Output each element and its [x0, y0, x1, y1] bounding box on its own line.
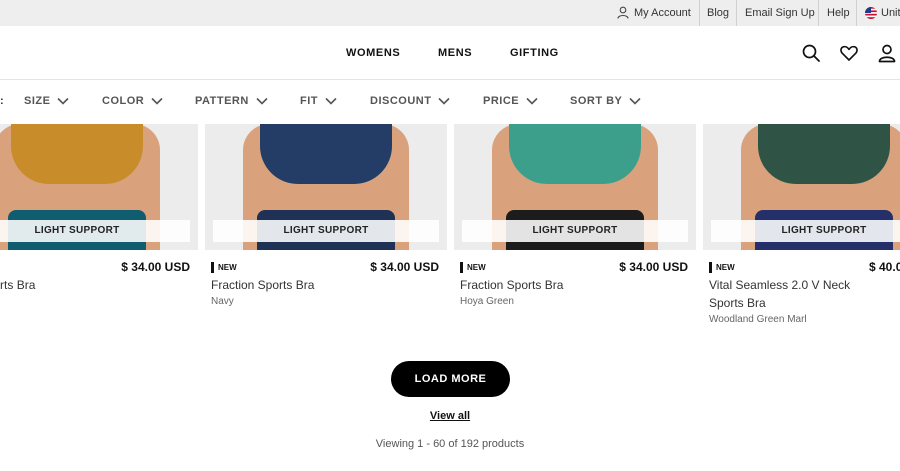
product-title[interactable]: Fraction Sports Bra: [460, 276, 610, 294]
main-header: WOMENS MENS GIFTING: [0, 26, 900, 80]
chevron-down-icon: [151, 98, 163, 105]
product-image[interactable]: LIGHT SUPPORT: [703, 124, 900, 250]
heart-icon[interactable]: [839, 43, 859, 63]
view-all-link[interactable]: View all: [430, 410, 470, 422]
filter-sort-by[interactable]: SORT BY: [570, 81, 641, 121]
new-tag: NEW: [709, 262, 735, 273]
filter-color[interactable]: COLOR: [102, 81, 163, 121]
region-selector[interactable]: Unit: [865, 0, 900, 26]
product-bra: [11, 124, 143, 184]
support-badge: LIGHT SUPPORT: [711, 220, 900, 242]
help-link[interactable]: Help: [827, 0, 850, 26]
product-title[interactable]: Fraction Sports Bra: [211, 276, 361, 294]
view-all-row: View all: [0, 410, 900, 422]
product-card[interactable]: LIGHT SUPPORT $ 34.00 USD au Sports Bra …: [0, 124, 198, 292]
us-flag-icon: [865, 7, 877, 19]
product-price: $ 40.0: [869, 260, 900, 274]
product-bra: [260, 124, 392, 184]
filter-size[interactable]: SIZE: [24, 81, 70, 121]
product-image[interactable]: LIGHT SUPPORT: [205, 124, 447, 250]
my-account-link[interactable]: My Account: [617, 0, 691, 26]
chevron-down-icon: [256, 98, 268, 105]
load-more-button[interactable]: LOAD MORE: [391, 361, 510, 397]
product-price: $ 34.00 USD: [370, 260, 439, 274]
user-icon: [617, 6, 629, 19]
utility-divider: [856, 0, 857, 26]
chevron-down-icon: [438, 98, 451, 105]
product-title[interactable]: Vital Seamless 2.0 V Neck Sports Bra: [709, 276, 859, 312]
utility-divider: [699, 0, 700, 26]
nav-mens[interactable]: MENS: [438, 26, 472, 80]
product-bra: [758, 124, 890, 184]
product-card[interactable]: LIGHT SUPPORT NEW $ 40.0 Vital Seamless …: [703, 124, 900, 325]
utility-divider: [736, 0, 737, 26]
chevron-down-icon: [325, 98, 337, 105]
filter-bar: : SIZE COLOR PATTERN FIT DISCOUNT PRICE …: [0, 81, 900, 121]
product-card[interactable]: LIGHT SUPPORT NEW $ 34.00 USD Fraction S…: [454, 124, 696, 307]
chevron-down-icon: [526, 98, 538, 105]
chevron-down-icon: [629, 98, 641, 105]
support-badge: LIGHT SUPPORT: [0, 220, 190, 242]
product-card[interactable]: LIGHT SUPPORT NEW $ 34.00 USD Fraction S…: [205, 124, 447, 307]
filter-price[interactable]: PRICE: [483, 81, 538, 121]
nav-gifting[interactable]: GIFTING: [510, 26, 559, 80]
support-badge: LIGHT SUPPORT: [213, 220, 439, 242]
product-bra: [509, 124, 641, 184]
nav-womens[interactable]: WOMENS: [346, 26, 400, 80]
filter-label: :: [0, 95, 4, 107]
user-icon[interactable]: [877, 43, 897, 63]
chevron-down-icon: [57, 98, 70, 105]
new-tag: NEW: [460, 262, 486, 273]
product-image[interactable]: LIGHT SUPPORT: [0, 124, 198, 250]
filter-fit[interactable]: FIT: [300, 81, 337, 121]
search-icon[interactable]: [801, 43, 821, 63]
product-image[interactable]: LIGHT SUPPORT: [454, 124, 696, 250]
utility-divider: [818, 0, 819, 26]
email-sign-up-link[interactable]: Email Sign Up: [745, 0, 815, 26]
blog-link[interactable]: Blog: [707, 0, 729, 26]
product-color: Navy: [211, 296, 234, 307]
new-tag: NEW: [211, 262, 237, 273]
product-color: Hoya Green: [460, 296, 514, 307]
filter-discount[interactable]: DISCOUNT: [370, 81, 451, 121]
region-label: Unit: [881, 7, 900, 19]
product-title[interactable]: au Sports Bra: [0, 276, 112, 294]
filter-pattern[interactable]: PATTERN: [195, 81, 268, 121]
support-badge: LIGHT SUPPORT: [462, 220, 688, 242]
product-price: $ 34.00 USD: [619, 260, 688, 274]
my-account-label: My Account: [634, 7, 691, 19]
product-color: Woodland Green Marl: [709, 314, 807, 325]
results-count: Viewing 1 - 60 of 192 products: [375, 438, 525, 450]
product-price: $ 34.00 USD: [121, 260, 190, 274]
utility-bar: My Account Blog Email Sign Up Help Unit: [0, 0, 900, 26]
